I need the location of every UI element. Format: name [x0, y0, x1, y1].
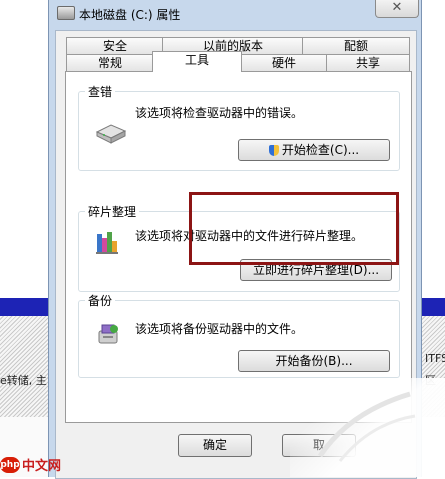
background-hatched-region [0, 316, 50, 417]
tab-tools[interactable]: 工具 [152, 51, 242, 72]
defrag-icon [96, 232, 118, 254]
check-now-label: 开始检查(C)... [281, 143, 360, 157]
drive-icon [57, 6, 75, 20]
tab-hardware[interactable]: 硬件 [240, 54, 328, 71]
backup-icon [98, 324, 118, 344]
background-partition-text: e转储, 主 [0, 374, 47, 387]
ok-button[interactable]: 确定 [178, 434, 252, 457]
tab-general[interactable]: 常规 [66, 54, 154, 71]
watermark-logo: php [0, 456, 20, 473]
tab-sharing[interactable]: 共享 [326, 54, 410, 71]
watermark-brush-icon [317, 391, 416, 462]
watermark-site-text: 中文网 [22, 459, 62, 474]
watermark: php 中文网 [0, 455, 61, 477]
backup-group: 备份 该选项将备份驱动器中的文件。 开始备份(B)... [78, 292, 400, 378]
error-checking-group: 查错 该选项将检查驱动器中的错误。 开始检查(C)... [78, 83, 400, 171]
check-now-button[interactable]: 开始检查(C)... [238, 139, 390, 161]
error-checking-description: 该选项将检查驱动器中的错误。 [135, 106, 304, 120]
uac-shield-icon [268, 145, 279, 156]
tab-security[interactable]: 安全 [66, 37, 164, 54]
tab-quota[interactable]: 配额 [302, 37, 410, 54]
defragmentation-title: 碎片整理 [85, 203, 140, 220]
error-checking-title: 查错 [85, 83, 116, 100]
disk-check-icon [95, 124, 127, 144]
background-filesystem-text: ITFS [425, 352, 445, 365]
backup-title: 备份 [85, 292, 116, 309]
title-bar[interactable]: 本地磁盘 (C:) 属性 ✕ [49, 0, 421, 26]
highlight-box [189, 192, 399, 265]
backup-now-button[interactable]: 开始备份(B)... [238, 350, 390, 372]
window-title: 本地磁盘 (C:) 属性 [79, 8, 181, 22]
close-button[interactable]: ✕ [375, 0, 419, 18]
backup-description: 该选项将备份驱动器中的文件。 [135, 322, 304, 336]
